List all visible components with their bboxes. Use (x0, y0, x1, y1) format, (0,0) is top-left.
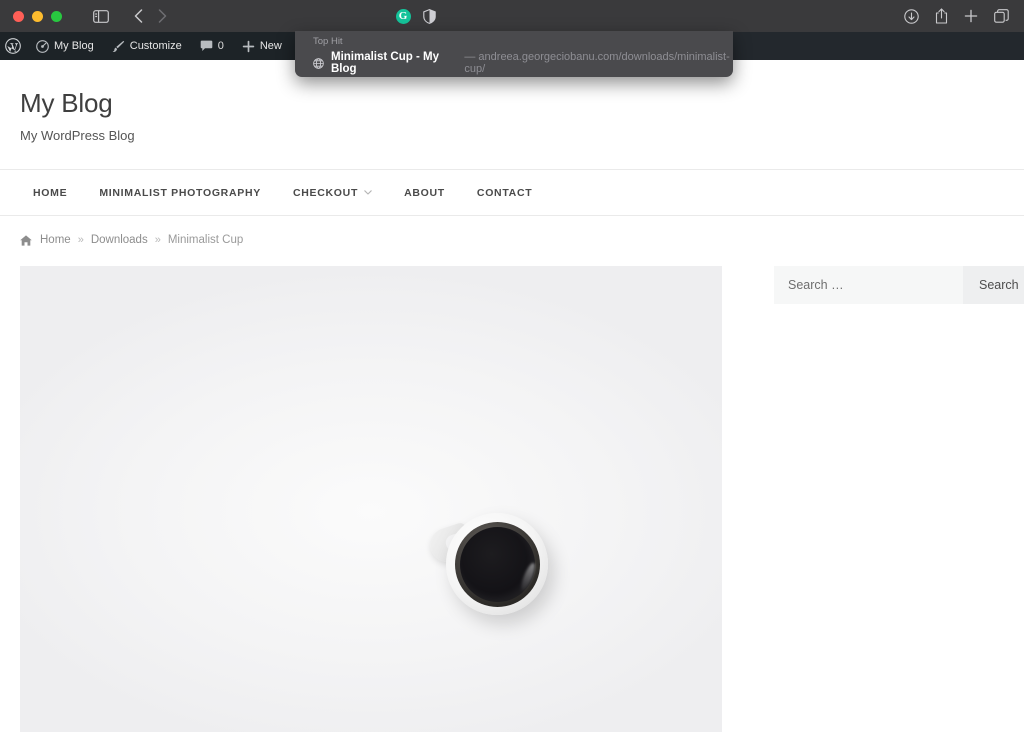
product-featured-image[interactable] (20, 266, 722, 732)
comment-bubble-icon (200, 40, 213, 52)
site-title[interactable]: My Blog (20, 88, 1024, 119)
nav-item-minimalist-photography[interactable]: MINIMALIST PHOTOGRAPHY (83, 187, 277, 199)
privacy-shield-icon[interactable] (416, 3, 442, 29)
share-icon[interactable] (928, 3, 954, 29)
adminbar-item-comments[interactable]: 0 (191, 32, 233, 60)
sidebar-toggle-icon[interactable] (88, 3, 114, 29)
breadcrumb-link-downloads[interactable]: Downloads (91, 234, 148, 246)
adminbar-label: New (259, 40, 282, 52)
back-arrow-icon[interactable] (126, 3, 150, 29)
breadcrumb-link-home[interactable]: Home (40, 234, 71, 246)
forward-arrow-icon[interactable] (150, 3, 174, 29)
nav-label: MINIMALIST PHOTOGRAPHY (99, 186, 261, 199)
adminbar-item-new[interactable]: New (233, 32, 291, 60)
admin-bar-items: My Blog Customize 0 New (0, 32, 341, 60)
toolbar-right-icons (898, 3, 1014, 29)
search-form: Search (774, 266, 1024, 305)
search-input[interactable] (774, 266, 963, 305)
minimize-window-button[interactable] (32, 10, 43, 22)
wordpress-logo-icon[interactable] (0, 32, 27, 60)
nav-item-home[interactable]: HOME (17, 187, 83, 199)
coffee-cup-illustration (425, 509, 548, 629)
navigation-arrows (126, 3, 174, 29)
breadcrumb: Home » Downloads » Minimalist Cup (0, 216, 1024, 246)
coffee-surface (459, 526, 535, 602)
cup-inner-rim (454, 521, 540, 607)
adminbar-label: My Blog (54, 40, 94, 52)
maximize-window-button[interactable] (51, 10, 62, 22)
content-area: Search (0, 246, 1024, 732)
grammarly-glyph: G (395, 8, 411, 24)
suggestion-top-hit-row[interactable]: Minimalist Cup - My Blog — andreea.georg… (295, 49, 733, 77)
search-submit-button[interactable]: Search (963, 266, 1024, 305)
adminbar-item-customize[interactable]: Customize (103, 32, 191, 60)
suggestion-section-label: Top Hit (313, 36, 343, 47)
home-icon (20, 235, 32, 246)
breadcrumb-separator: » (154, 234, 161, 247)
nav-item-checkout[interactable]: CHECKOUT (277, 187, 388, 199)
nav-label: HOME (33, 186, 68, 199)
grammarly-extension-icon[interactable]: G (390, 3, 416, 29)
extension-icons: G (390, 3, 442, 29)
browser-toolbar: G (0, 0, 1024, 32)
new-tab-icon[interactable] (958, 3, 984, 29)
nav-label: CONTACT (476, 186, 533, 199)
suggestion-title: Minimalist Cup - My Blog (331, 51, 439, 75)
suggestion-dash: — (464, 51, 476, 63)
suggestion-url: — andreea.georgeciobanu.com/downloads/mi… (464, 51, 733, 75)
adminbar-item-my-blog[interactable]: My Blog (27, 32, 103, 60)
suggestion-url-text: andreea.georgeciobanu.com/downloads/mini… (464, 51, 730, 75)
dashboard-icon (36, 39, 49, 53)
plus-icon (242, 40, 255, 53)
sidebar: Search (774, 266, 1024, 732)
adminbar-label: Customize (129, 40, 182, 52)
site-description: My WordPress Blog (20, 128, 135, 144)
globe-icon (313, 57, 324, 69)
nav-item-contact[interactable]: CONTACT (461, 187, 548, 199)
downloads-icon[interactable] (898, 3, 924, 29)
primary-navigation: HOME MINIMALIST PHOTOGRAPHY CHECKOUT ABO… (0, 169, 1024, 217)
cup-body (446, 513, 548, 616)
tab-overview-icon[interactable] (988, 3, 1014, 29)
breadcrumb-separator: » (77, 234, 84, 247)
nav-label: CHECKOUT (292, 186, 359, 199)
window-traffic-lights (13, 10, 62, 22)
paintbrush-icon (112, 40, 125, 53)
adminbar-comment-count: 0 (217, 40, 224, 52)
close-window-button[interactable] (13, 10, 24, 22)
nav-item-about[interactable]: ABOUT (388, 187, 461, 199)
address-bar-suggestions-panel: Top Hit Minimalist Cup - My Blog — andre… (295, 31, 733, 77)
page-content: My Blog My WordPress Blog HOME MINIMALIS… (0, 60, 1024, 732)
breadcrumb-current: Minimalist Cup (167, 234, 244, 247)
chevron-down-icon[interactable] (364, 190, 372, 195)
wordpress-logo (5, 38, 21, 54)
nav-label: ABOUT (404, 186, 445, 199)
